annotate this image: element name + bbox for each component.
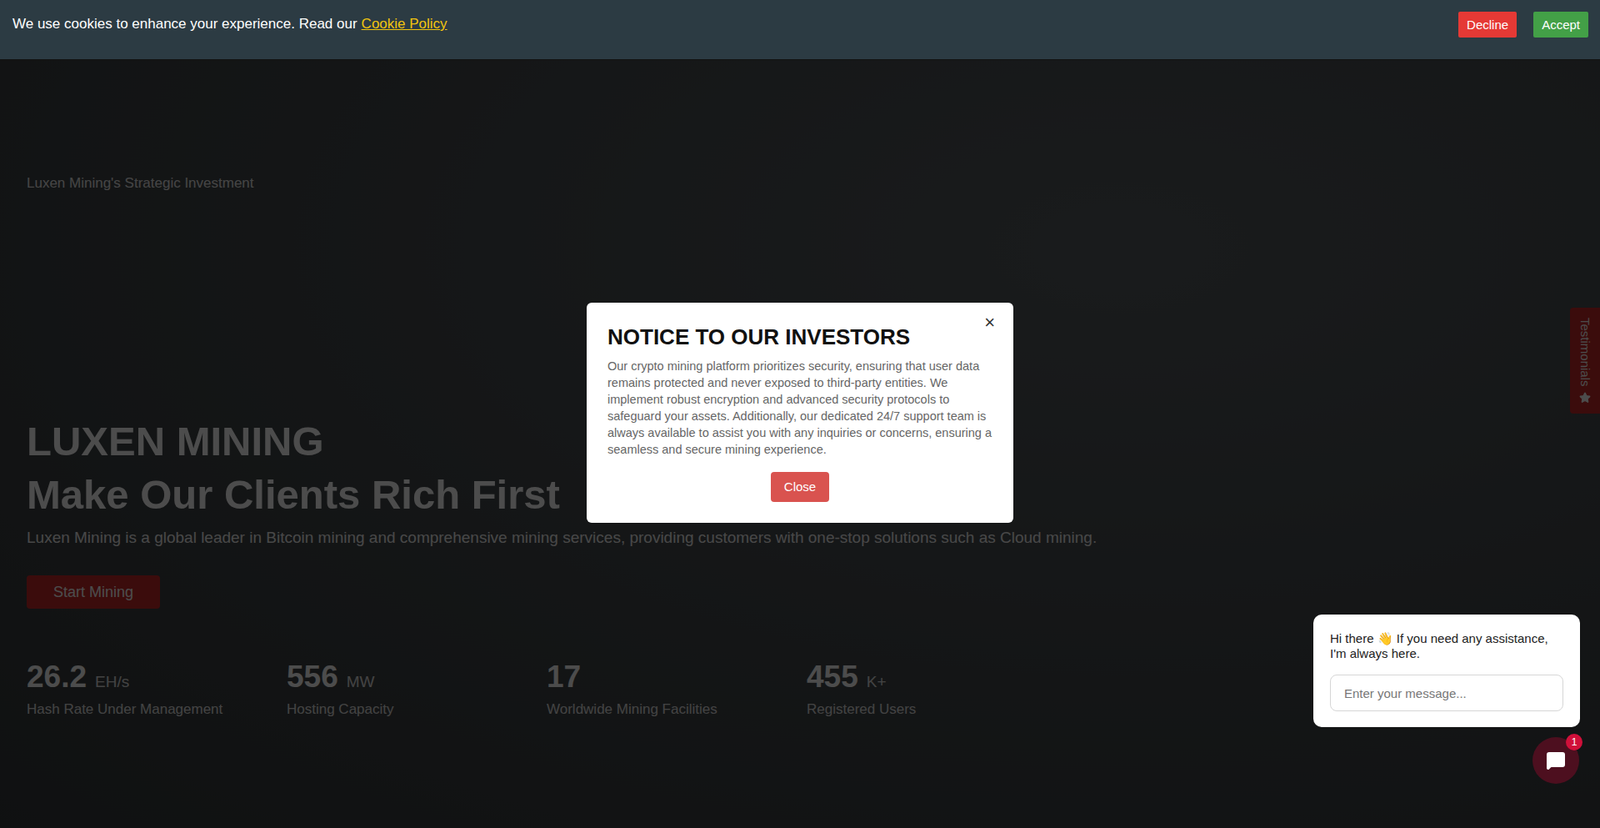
chat-icon <box>1545 750 1566 770</box>
cookie-buttons: Decline Accept <box>1458 11 1589 38</box>
chat-greeting: Hi there 👋 If you need any assistance, I… <box>1330 630 1564 661</box>
modal-body: Our crypto mining platform prioritizes s… <box>607 357 993 458</box>
chat-badge: 1 <box>1565 733 1583 750</box>
chat-input[interactable] <box>1330 674 1564 711</box>
notice-modal: × NOTICE TO OUR INVESTORS Our crypto minin… <box>586 302 1014 523</box>
cookie-text: We use cookies to enhance your experienc… <box>12 11 448 37</box>
modal-close-icon[interactable]: × <box>979 312 1000 333</box>
chat-box: Hi there 👋 If you need any assistance, I… <box>1313 614 1580 727</box>
page: Luxen Mining's Strategic InvestmentLUXEN… <box>0 0 1600 828</box>
decline-button[interactable]: Decline <box>1458 11 1517 38</box>
modal-title: NOTICE TO OUR INVESTORS <box>607 322 968 351</box>
accept-button[interactable]: Accept <box>1533 11 1589 38</box>
cookie-policy-link[interactable]: Cookie Policy <box>361 15 448 32</box>
chat-button[interactable]: 1 <box>1532 736 1580 784</box>
close-button[interactable]: Close <box>770 471 830 502</box>
cookie-bar: We use cookies to enhance your experienc… <box>0 0 1600 60</box>
